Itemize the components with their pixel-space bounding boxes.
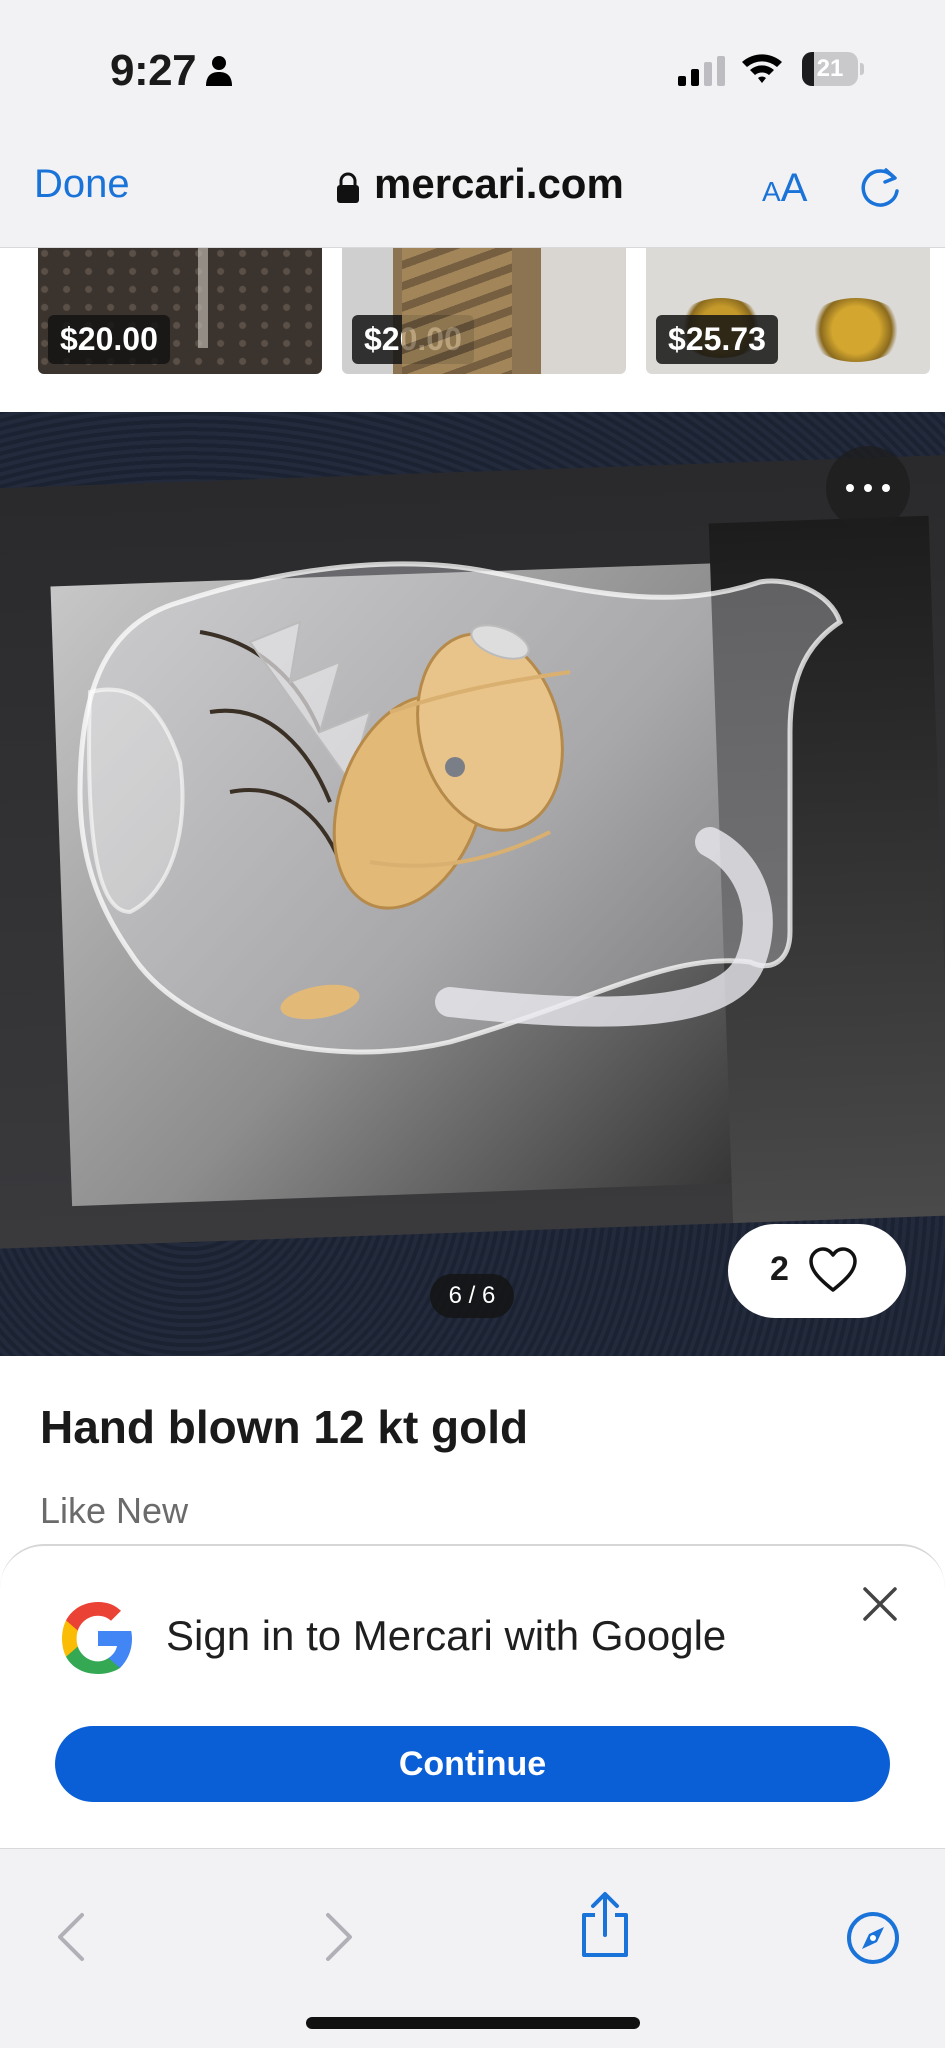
item-title: Hand blown 12 kt gold bbox=[40, 1401, 529, 1453]
price-tag: $20.00 bbox=[48, 315, 170, 364]
home-indicator bbox=[306, 2017, 640, 2029]
battery-level: 21 bbox=[816, 55, 844, 82]
similar-item-thumbnail[interactable]: $25.73 bbox=[646, 248, 930, 374]
back-icon[interactable] bbox=[52, 1909, 88, 1965]
wifi-icon bbox=[742, 54, 782, 83]
reload-icon[interactable] bbox=[858, 164, 904, 210]
text-size-button[interactable]: AA bbox=[762, 166, 807, 211]
status-time: 9:27 bbox=[110, 46, 197, 95]
battery-icon: 21 bbox=[802, 52, 864, 86]
heart-icon bbox=[809, 1247, 857, 1292]
like-count: 2 bbox=[770, 1250, 789, 1288]
continue-button[interactable]: Continue bbox=[55, 1726, 890, 1802]
google-logo-icon bbox=[62, 1602, 132, 1674]
url-address[interactable]: mercari.com bbox=[374, 160, 624, 208]
similar-item-thumbnail[interactable]: $20.00 bbox=[38, 248, 322, 374]
bottom-toolbar bbox=[0, 1848, 945, 2048]
lock-icon bbox=[337, 172, 359, 203]
price-tag: $25.73 bbox=[656, 315, 778, 364]
like-button[interactable]: 2 bbox=[728, 1224, 906, 1318]
signin-prompt: Sign in to Mercari with Google bbox=[166, 1612, 727, 1659]
done-button[interactable]: Done bbox=[34, 162, 130, 207]
pitcher-image bbox=[77, 561, 843, 1055]
similar-item-thumbnail[interactable]: $20.00 bbox=[342, 248, 626, 374]
forward-icon[interactable] bbox=[322, 1909, 358, 1965]
more-options-button[interactable] bbox=[826, 446, 910, 530]
item-condition: Like New bbox=[40, 1490, 189, 1531]
share-icon[interactable] bbox=[578, 1891, 632, 1959]
text-size-small: A bbox=[762, 176, 781, 207]
signal-icon bbox=[678, 56, 725, 86]
price-tag: $20.00 bbox=[352, 315, 474, 364]
compass-icon[interactable] bbox=[846, 1911, 900, 1965]
similar-items-row: $20.00 $20.00 $25.73 bbox=[0, 248, 945, 374]
close-icon[interactable] bbox=[862, 1586, 898, 1622]
person-icon bbox=[206, 56, 232, 86]
browser-toolbar: Done mercari.com AA bbox=[0, 140, 945, 248]
product-photo[interactable] bbox=[0, 412, 945, 1356]
google-signin-sheet: Sign in to Mercari with Google Continue bbox=[0, 1544, 945, 1848]
status-bar: 9:27 21 bbox=[0, 0, 945, 140]
image-counter: 6 / 6 bbox=[430, 1274, 514, 1318]
text-size-large: A bbox=[780, 166, 808, 210]
